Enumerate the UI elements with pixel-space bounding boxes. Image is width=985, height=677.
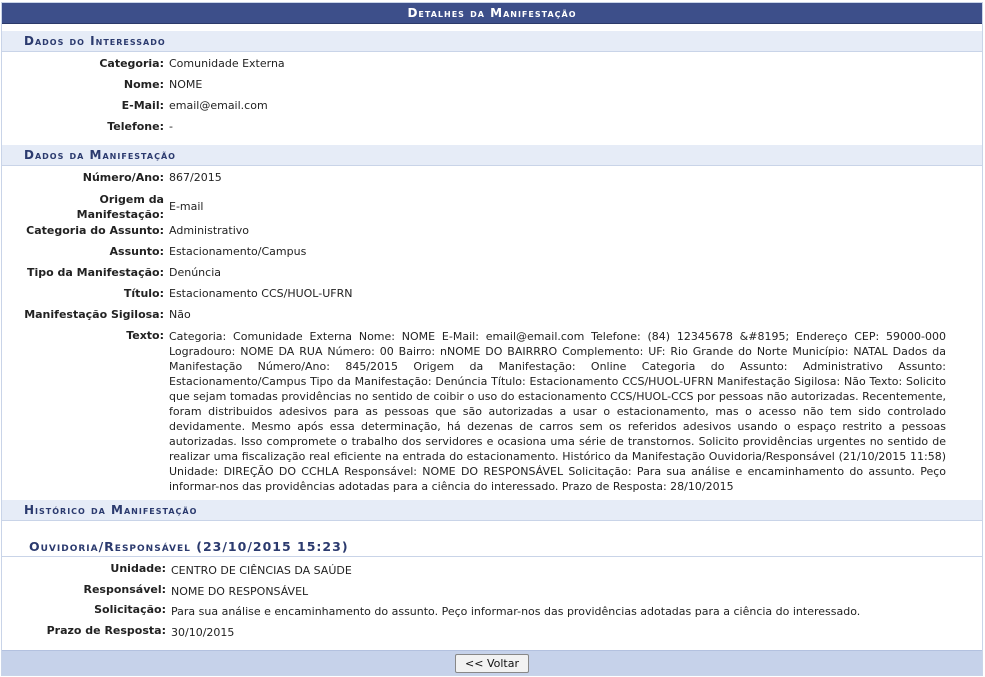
historico-rows: Unidade: CENTRO DE CIÊNCIAS DA SAÚDE Res… [2, 557, 982, 644]
value-unidade: CENTRO DE CIÊNCIAS DA SAÚDE [171, 564, 352, 577]
row-numero: Número/Ano: 867/2015 [2, 169, 982, 190]
row-texto: Texto: Categoria: Comunidade Externa Nom… [2, 327, 982, 494]
row-origem: Origem da Manifestação: E-mail [2, 190, 982, 222]
row-solicitacao: Solicitação: Para sua análise e encaminh… [2, 603, 982, 624]
row-telefone: Telefone: - [2, 118, 982, 139]
label-numero: Número/Ano: [82, 171, 164, 184]
value-numero: 867/2015 [169, 171, 222, 184]
label-prazo: Prazo de Resposta: [46, 623, 166, 637]
value-origem: E-mail [169, 200, 204, 213]
details-panel: Detalhes da Manifestação Dados do Intere… [1, 2, 983, 676]
interessado-rows: Categoria: Comunidade Externa Nome: NOME… [2, 52, 982, 139]
value-categoria-assunto: Administrativo [169, 224, 250, 237]
label-titulo: Título: [123, 287, 164, 300]
value-titulo: Estacionamento CCS/HUOL-UFRN [169, 287, 353, 300]
label-solicitacao: Solicitação: [94, 603, 166, 616]
label-origem-line1: Origem da [99, 193, 164, 206]
value-categoria: Comunidade Externa [169, 57, 285, 70]
row-prazo: Prazo de Resposta: 30/10/2015 [2, 624, 982, 645]
section-historico: Histórico da Manifestação [2, 500, 982, 521]
value-nome: NOME [169, 78, 203, 91]
manifestacao-rows: Número/Ano: 867/2015 Origem da Manifesta… [2, 166, 982, 494]
label-email: E-Mail: [121, 99, 164, 112]
value-tipo: Denúncia [169, 266, 221, 279]
label-responsavel: Responsável: [83, 582, 166, 596]
label-categoria: Categoria: [99, 57, 164, 70]
row-responsavel: Responsável: NOME DO RESPONSÁVEL [2, 583, 982, 604]
label-origem-line2: Manifestação: [76, 208, 164, 221]
label-tipo: Tipo da Manifestação: [26, 266, 164, 279]
label-telefone: Telefone: [107, 120, 164, 133]
row-unidade: Unidade: CENTRO DE CIÊNCIAS DA SAÚDE [2, 562, 982, 583]
value-prazo: 30/10/2015 [171, 625, 235, 639]
row-nome: Nome: NOME [2, 76, 982, 97]
label-unidade: Unidade: [110, 562, 166, 575]
row-tipo: Tipo da Manifestação: Denúncia [2, 264, 982, 285]
row-categoria-assunto: Categoria do Assunto: Administrativo [2, 222, 982, 243]
back-button[interactable]: << Voltar [455, 653, 529, 673]
historico-entry-title: Ouvidoria/Responsável (23/10/2015 15:23) [2, 538, 982, 557]
row-assunto: Assunto: Estacionamento/Campus [2, 243, 982, 264]
value-sigilosa: Não [169, 308, 191, 321]
section-dados-manifestacao: Dados da Manifestação [2, 145, 982, 166]
row-categoria: Categoria: Comunidade Externa [2, 55, 982, 76]
label-nome: Nome: [123, 78, 164, 91]
value-telefone: - [169, 120, 173, 133]
footer-bar: << Voltar [2, 650, 982, 675]
row-email: E-Mail: email@email.com [2, 97, 982, 118]
label-sigilosa: Manifestação Sigilosa: [24, 308, 164, 321]
row-sigilosa: Manifestação Sigilosa: Não [2, 306, 982, 327]
section-dados-interessado: Dados do Interessado [2, 31, 982, 52]
row-titulo: Título: Estacionamento CCS/HUOL-UFRN [2, 285, 982, 306]
value-responsavel: NOME DO RESPONSÁVEL [171, 584, 309, 598]
label-texto: Texto: [126, 329, 164, 342]
label-assunto: Assunto: [109, 245, 164, 258]
value-solicitacao: Para sua análise e encaminhamento do ass… [171, 605, 861, 618]
value-texto: Categoria: Comunidade Externa Nome: NOME… [169, 330, 946, 493]
panel-caption: Detalhes da Manifestação [2, 3, 982, 24]
label-categoria-assunto: Categoria do Assunto: [26, 224, 164, 237]
value-email: email@email.com [169, 99, 268, 112]
value-assunto: Estacionamento/Campus [169, 245, 307, 258]
label-origem: Origem da Manifestação: [2, 190, 169, 222]
